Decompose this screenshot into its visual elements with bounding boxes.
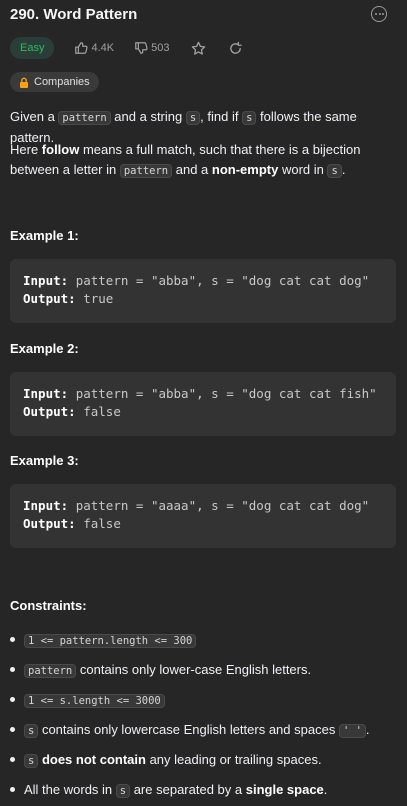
thumbs-down-icon	[135, 42, 148, 54]
like-count: 4.4K	[91, 42, 115, 54]
inline-code: ' '	[338, 724, 366, 738]
thumbs-up-icon	[75, 42, 89, 54]
inline-code: pattern	[24, 664, 77, 678]
constraint-item: All the words in s are separated by a si…	[10, 776, 397, 806]
refresh-share-icon	[230, 41, 243, 54]
title-row: 290. Word Pattern	[10, 0, 397, 30]
inline-code: 1 <= pattern.length <= 300	[24, 634, 197, 648]
description-paragraph-2: Here follow means a full match, such tha…	[10, 140, 397, 181]
bold-text: non-empty	[211, 162, 279, 177]
like-button[interactable]: 4.4K	[74, 41, 114, 55]
problem-description: 290. Word Pattern Easy 4.4K 503 Companie…	[0, 0, 407, 806]
text: .	[323, 782, 328, 797]
example-input: pattern = "abba", s = "dog cat cat dog"	[75, 273, 370, 288]
text: .	[341, 162, 346, 177]
output-label: Output:	[23, 404, 76, 419]
text: contains only lower-case English letters…	[76, 662, 312, 677]
dislike-button[interactable]: 503	[134, 41, 169, 55]
inline-code: pattern	[119, 164, 173, 178]
inline-code: s	[185, 111, 201, 125]
inline-code: 1 <= s.length <= 3000	[24, 694, 165, 708]
input-label: Input:	[23, 386, 69, 401]
example-2-heading: Example 2:	[10, 341, 79, 356]
example-1-heading: Example 1:	[10, 228, 79, 243]
companies-label: Companies	[34, 76, 90, 88]
text: , find if	[200, 109, 243, 124]
constraint-item: s does not contain any leading or traili…	[10, 746, 397, 776]
meta-row: Easy 4.4K 503	[10, 37, 243, 59]
bold-text: single space	[245, 782, 324, 797]
constraint-item: pattern contains only lower-case English…	[10, 656, 397, 686]
text: Here	[10, 142, 42, 157]
companies-tag[interactable]: Companies	[10, 72, 99, 92]
inline-code: s	[242, 111, 257, 125]
bold-text: does not contain	[38, 752, 146, 767]
example-3-box: Input: pattern = "aaaa", s = "dog cat ca…	[10, 484, 396, 548]
constraint-item: s contains only lowercase English letter…	[10, 716, 397, 746]
text: any leading or trailing spaces.	[145, 752, 322, 767]
star-icon	[192, 41, 206, 55]
example-output: false	[83, 404, 121, 419]
text: are separated by a	[130, 782, 246, 797]
text: and a string	[110, 109, 186, 124]
text: Given a	[10, 109, 59, 124]
text: .	[365, 722, 370, 737]
example-3-heading: Example 3:	[10, 453, 79, 468]
favorite-button[interactable]	[191, 41, 206, 56]
example-input: pattern = "aaaa", s = "dog cat cat dog"	[75, 498, 370, 513]
inline-code: s	[327, 164, 342, 178]
output-label: Output:	[23, 516, 76, 531]
input-label: Input:	[23, 273, 69, 288]
constraint-item: 1 <= pattern.length <= 300	[10, 626, 397, 656]
text: word in	[278, 162, 328, 177]
bold-text: follow	[41, 142, 80, 157]
constraint-item: 1 <= s.length <= 3000	[10, 686, 397, 716]
inline-code: pattern	[58, 111, 111, 125]
example-1-box: Input: pattern = "abba", s = "dog cat ca…	[10, 259, 396, 323]
text: contains only lowercase English letters …	[38, 722, 339, 737]
example-2-box: Input: pattern = "abba", s = "dog cat ca…	[10, 372, 396, 436]
dislike-count: 503	[151, 42, 170, 54]
inline-code: s	[24, 724, 39, 738]
inline-code: s	[24, 754, 39, 768]
constraints-heading: Constraints:	[10, 598, 87, 613]
inline-code: s	[115, 784, 131, 798]
more-options-icon[interactable]	[371, 6, 387, 22]
input-label: Input:	[23, 498, 69, 513]
text: and a	[172, 162, 212, 177]
example-input: pattern = "abba", s = "dog cat cat fish"	[75, 386, 377, 401]
example-output: false	[83, 516, 121, 531]
share-button[interactable]	[228, 41, 243, 56]
output-label: Output:	[23, 291, 76, 306]
lock-icon	[20, 77, 28, 88]
constraints-list: 1 <= pattern.length <= 300 pattern conta…	[10, 626, 397, 806]
difficulty-badge: Easy	[10, 37, 55, 59]
problem-title[interactable]: 290. Word Pattern	[10, 6, 137, 23]
example-output: true	[83, 291, 114, 306]
text: All the words in	[24, 782, 116, 797]
